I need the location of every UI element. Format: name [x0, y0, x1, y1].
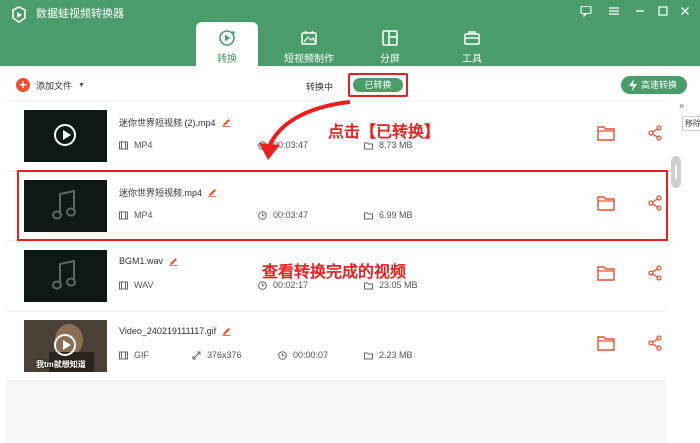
share-icon[interactable]: [647, 125, 663, 141]
menu-icon[interactable]: [606, 5, 622, 21]
maximize-icon[interactable]: [655, 5, 671, 21]
play-icon[interactable]: [54, 334, 76, 356]
share-icon[interactable]: [647, 265, 663, 281]
tab-tools[interactable]: 工具: [450, 22, 494, 66]
toolbox-icon: [464, 31, 480, 45]
scrollbar-handle[interactable]: [671, 156, 681, 188]
file-name: BGM1.wav: [119, 256, 164, 266]
split-screen-icon: [382, 30, 398, 46]
annotation-view-result: 查看转换完成的视频: [262, 264, 407, 281]
open-folder-icon[interactable]: [597, 125, 615, 141]
converted-tab-highlight: 已转换: [348, 73, 408, 97]
share-icon[interactable]: [647, 195, 663, 211]
film-icon: [119, 141, 128, 149]
open-folder-icon[interactable]: [597, 335, 615, 351]
file-format: GIF: [134, 350, 149, 360]
app-title: 数据蛙视频转换器: [36, 8, 124, 20]
file-format: MP4: [134, 210, 153, 220]
film-icon: [119, 351, 128, 359]
plus-icon: +: [16, 78, 30, 92]
high-speed-convert-label: 高速转换: [641, 80, 678, 90]
converting-tab[interactable]: 转换中: [306, 80, 333, 93]
remove-tooltip: 移除: [682, 116, 700, 131]
file-size: 6.99 MB: [379, 210, 413, 220]
audio-thumbnail[interactable]: [24, 250, 107, 302]
convert-icon: [219, 30, 235, 46]
open-folder-icon[interactable]: [597, 265, 615, 281]
play-icon[interactable]: [54, 124, 76, 146]
clock-icon: [258, 210, 267, 220]
file-row-2[interactable]: 迷你世界短视频.mp4 MP4 00:03:47 6.99 MB: [6, 172, 666, 240]
tab-short-video[interactable]: 短视频制作: [282, 22, 336, 66]
tab-convert[interactable]: 转换: [196, 22, 258, 66]
music-note-icon: [52, 190, 76, 220]
music-note-icon: [52, 260, 76, 290]
high-speed-convert-button[interactable]: 高速转换: [621, 76, 687, 94]
annotation-click-converted: 点击【已转换】: [328, 124, 441, 141]
add-file-label: 添加文件: [36, 80, 73, 91]
edit-pencil-icon[interactable]: [222, 327, 231, 336]
gif-thumbnail[interactable]: 我tm就想知道: [24, 320, 107, 372]
open-folder-icon[interactable]: [597, 195, 615, 211]
chevron-down-icon[interactable]: ▼: [78, 82, 85, 89]
audio-thumbnail[interactable]: [24, 180, 107, 232]
tab-split-screen[interactable]: 分屏: [368, 22, 412, 66]
file-name: Video_240219111117.gif: [119, 326, 217, 336]
file-duration: 00:03:47: [273, 210, 309, 220]
app-window: 数据蛙视频转换器 转换 短视频制作 分屏 工具 + 添加文件 ▼ 转换中 已转换…: [0, 0, 700, 443]
folder-size-icon: [364, 352, 373, 359]
file-name: 迷你世界短视频 (2).mp4: [119, 118, 216, 128]
minimize-icon[interactable]: [632, 5, 648, 21]
file-format: WAV: [134, 280, 154, 290]
chat-icon[interactable]: [578, 5, 594, 21]
folder-size-icon: [364, 212, 373, 219]
gif-caption: 我tm就想知道: [36, 360, 86, 369]
app-logo-icon: [12, 6, 26, 23]
title-bar: 数据蛙视频转换器 转换 短视频制作 分屏 工具: [0, 0, 700, 66]
edit-pencil-icon[interactable]: [208, 188, 217, 197]
file-name: 迷你世界短视频.mp4: [119, 188, 203, 198]
lightning-icon: [629, 79, 637, 91]
tab-split-screen-label: 分屏: [380, 54, 400, 65]
hint-close-icon[interactable]: ×: [679, 101, 684, 111]
film-icon: [119, 211, 128, 219]
video-thumbnail[interactable]: [24, 110, 107, 162]
close-icon[interactable]: [677, 5, 693, 21]
file-size: 2.23 MB: [379, 350, 413, 360]
file-duration: 00:00:07: [293, 350, 329, 360]
tab-convert-label: 转换: [217, 54, 237, 65]
edit-pencil-icon[interactable]: [222, 118, 231, 127]
tab-short-video-label: 短视频制作: [284, 54, 334, 65]
tab-tools-label: 工具: [462, 54, 482, 65]
file-resolution: 376x376: [207, 350, 242, 360]
short-video-icon: [301, 30, 317, 45]
converted-tab[interactable]: 已转换: [353, 78, 403, 92]
file-row-4[interactable]: 我tm就想知道 Video_240219111117.gif GIF 376x3…: [6, 312, 666, 380]
add-file-button[interactable]: + 添加文件 ▼: [16, 78, 85, 92]
film-icon: [119, 281, 128, 289]
edit-pencil-icon[interactable]: [169, 257, 178, 266]
resize-icon: [192, 351, 201, 359]
clock-icon: [278, 350, 287, 360]
share-icon[interactable]: [647, 335, 663, 351]
file-format: MP4: [134, 140, 153, 150]
